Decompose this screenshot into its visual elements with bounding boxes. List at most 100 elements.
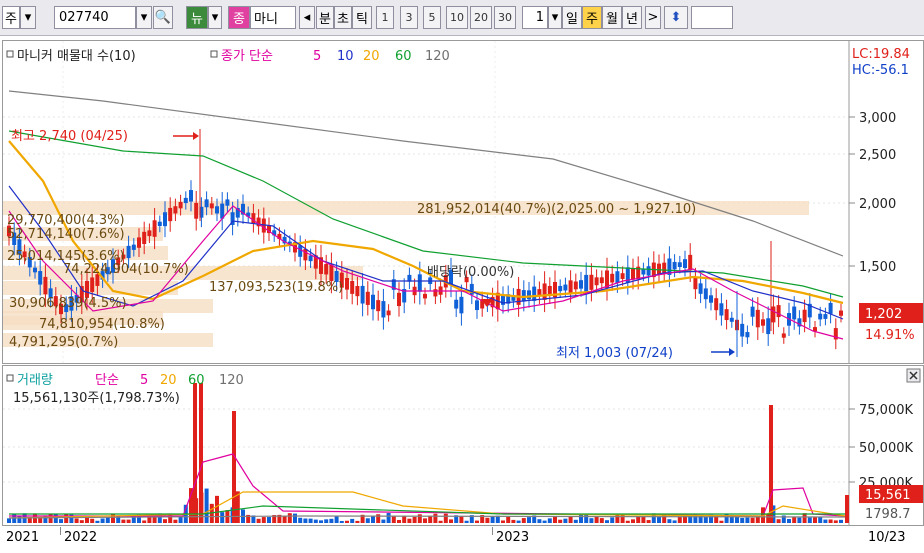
candle (802, 309, 807, 323)
news-button[interactable]: 뉴 (186, 6, 208, 29)
candle (677, 262, 682, 267)
stock-name-field[interactable]: 마니 (250, 6, 296, 29)
interval-20[interactable]: 20 (470, 6, 492, 29)
candle (766, 318, 771, 335)
volume-bar (740, 517, 745, 523)
candle (204, 199, 209, 208)
volume-bar (657, 516, 661, 523)
profile-label: 29,770,400(4.3%) (7, 213, 125, 228)
stock-code-input[interactable]: 027740 (54, 6, 136, 29)
volume-bar (111, 513, 115, 523)
volume-bar (802, 513, 807, 523)
volume-bar (589, 518, 594, 523)
candle (423, 293, 427, 299)
profile-label: 74,810,954(10.8%) (39, 317, 165, 332)
code-dropdown-icon[interactable]: ▾ (136, 6, 152, 29)
volume-bar (391, 516, 396, 523)
volume-bar (350, 518, 355, 523)
volume-bar (719, 520, 724, 523)
volume-chart-panel[interactable]: 거래량 단순 5 20 60 120 15,561,130주(1,798.73%… (2, 365, 924, 526)
period-tick[interactable]: 틱 (352, 6, 372, 29)
tab-day[interactable]: 일 (562, 6, 582, 29)
candle (740, 323, 745, 337)
candle (532, 286, 537, 301)
candle (365, 291, 370, 305)
period-second[interactable]: 초 (334, 6, 352, 29)
interval-30[interactable]: 30 (494, 6, 516, 29)
search-icon[interactable]: 🔍 (153, 6, 173, 29)
volume-bar (105, 517, 110, 523)
period-minute-label: 분 (319, 12, 331, 27)
volume-bar (501, 520, 505, 523)
candle (298, 245, 303, 257)
current-price: 1,202 (865, 307, 902, 322)
period-minute[interactable]: 분 (316, 6, 334, 29)
profile-label: 52,714,140(7.6%) (7, 227, 125, 242)
volume-bar (506, 516, 511, 523)
volume-bar (256, 518, 261, 523)
volume-bar-spike (769, 405, 773, 523)
interval-5[interactable]: 5 (423, 6, 441, 29)
volume-bar (59, 519, 63, 523)
volume-bar (542, 520, 547, 523)
price-chart[interactable]: 281,952,014(40.7%)(2,025.00 ~ 1,927.10) 1… (3, 41, 923, 363)
candle (792, 306, 797, 320)
volume-chart[interactable]: 거래량 단순 5 20 60 120 15,561,130주(1,798.73%… (3, 366, 923, 525)
candle (43, 276, 48, 295)
candle (745, 332, 750, 338)
market-select[interactable]: 주 (2, 6, 20, 29)
candle (183, 197, 188, 204)
volume-bar (735, 516, 739, 523)
volume-bar (475, 520, 479, 523)
tab-month[interactable]: 월 (602, 6, 622, 29)
volume-bar (261, 517, 266, 523)
news-dropdown-icon[interactable]: ▾ (208, 6, 222, 29)
volume-bar (703, 517, 708, 523)
volume-bar (573, 519, 578, 523)
volume-bar (527, 517, 531, 523)
tab-week[interactable]: 주 (582, 6, 602, 29)
low-note: 최저 1,003 (07/24) (556, 346, 673, 361)
candle (573, 281, 578, 290)
current-volume: 15,561 (865, 488, 911, 503)
count-dropdown-icon[interactable]: ▾ (548, 6, 562, 29)
candle (615, 271, 620, 284)
prev-arrow-icon[interactable]: ◂ (299, 6, 315, 29)
interval-5-label: 5 (428, 11, 436, 24)
candle (620, 273, 625, 279)
candle (729, 317, 734, 322)
volume-grid (3, 408, 849, 483)
volume-legend-120: 120 (219, 373, 244, 388)
candle (371, 294, 375, 310)
count-input[interactable]: 1 (522, 6, 548, 29)
high-arrow-icon (193, 132, 199, 140)
candle (360, 285, 365, 304)
volume-bar (631, 519, 635, 523)
candle (350, 280, 355, 294)
interval-10[interactable]: 10 (446, 6, 468, 29)
candle (771, 306, 776, 323)
low-arrow-icon (729, 348, 735, 356)
jong-button[interactable]: 종 (228, 6, 250, 29)
volume-moving-averages (8, 453, 846, 519)
volume-bar (610, 517, 615, 523)
candle (610, 273, 615, 283)
updown-arrow-icon[interactable]: ⬍ (664, 6, 688, 29)
tab-year[interactable]: 년 (622, 6, 642, 29)
extra-input[interactable] (691, 6, 733, 29)
candle (168, 207, 173, 222)
volume-bar (443, 513, 448, 523)
ma-legend-120: 120 (425, 49, 450, 64)
candle (157, 221, 162, 227)
volume-bar (126, 519, 131, 523)
volume-legend-5: 5 (140, 373, 148, 388)
price-chart-panel[interactable]: 281,952,014(40.7%)(2,025.00 ~ 1,927.10) 1… (2, 40, 924, 364)
candle (709, 295, 713, 303)
candle (527, 290, 531, 300)
interval-1[interactable]: 1 (376, 6, 394, 29)
market-dropdown-icon[interactable]: ▾ (20, 6, 36, 29)
interval-3[interactable]: 3 (400, 6, 418, 29)
next-arrow-icon[interactable]: > (645, 6, 661, 29)
volume-bar (397, 519, 401, 523)
volume-bar (521, 518, 526, 523)
